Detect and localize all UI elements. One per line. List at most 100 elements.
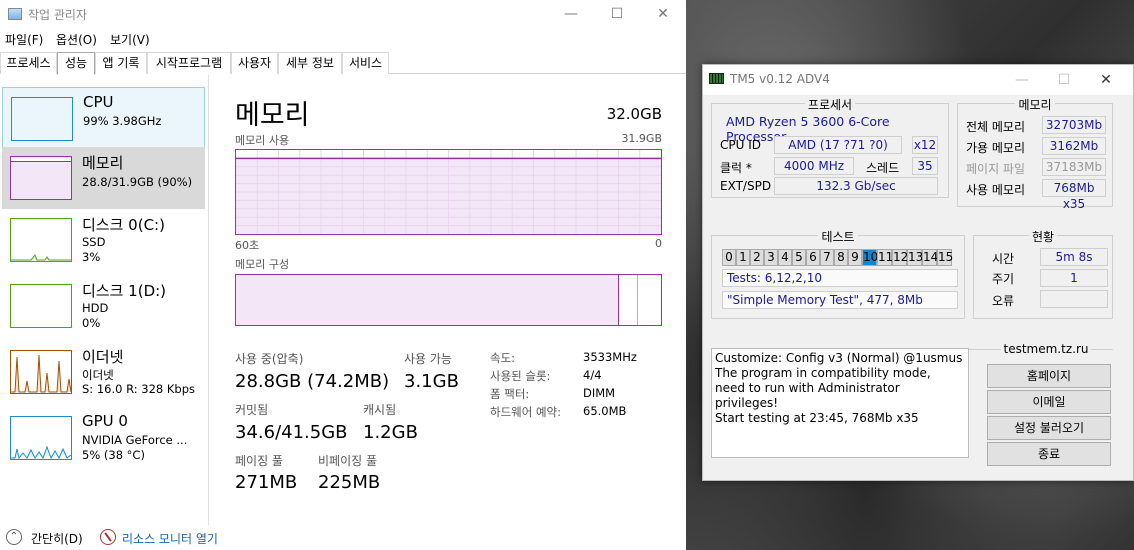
processor-group: 프로세서 AMD Ryzen 5 3600 6-Core Processor C… [711,98,949,198]
test-number-0[interactable]: 0 [722,249,736,266]
tab-performance[interactable]: 성능 [57,52,95,75]
test-group: 테스트 0 1 2 3 4 5 6 7 8 9 10 11 12 13 14 15 Tests: 6,12,2… [711,230,965,319]
speed-value: 3533MHz [583,350,637,364]
exit-button[interactable]: 종료 [987,442,1111,466]
minimize-icon[interactable]: — [558,4,584,24]
available-memory-label: 가용 메모리 [966,141,1026,155]
sidebar-item-ethernet[interactable]: 이더넷 이더넷 S: 16.0 R: 328 Kbps [2,341,205,403]
memory-usage-graph [235,149,662,235]
test-number-2[interactable]: 2 [750,249,764,266]
test-number-7[interactable]: 7 [820,249,834,266]
memory-chip-icon [709,73,724,84]
sidebar-item-detail: 28.8/31.9GB (90%) [82,175,193,189]
tm5-window: TM5 v0.12 ADV4 — ☐ ✕ 프로세서 AMD Ryzen 5 36… [702,64,1134,481]
open-resource-monitor-link[interactable]: 리소스 모니터 열기 [122,530,218,547]
homepage-button[interactable]: 홈페이지 [987,364,1111,388]
used-memory-value: 768Mb x35 [1042,179,1106,211]
pagefile-label: 페이지 파일 [966,162,1026,176]
sidebar-item-memory[interactable]: 메모리 28.8/31.9GB (90%) [2,147,205,209]
email-button[interactable]: 이메일 [987,390,1111,414]
menu-file[interactable]: 파일(F) [5,31,43,48]
graph-time-left: 60초 [235,239,260,252]
paged-pool-label: 페이징 풀 [235,454,283,468]
load-config-button[interactable]: 설정 불러오기 [987,416,1111,440]
close-icon[interactable]: ✕ [1093,70,1119,90]
test-number-6[interactable]: 6 [806,249,820,266]
memory-composition-graph [235,274,662,326]
test-number-3[interactable]: 3 [764,249,778,266]
fewer-details-link[interactable]: 간단히(D) [31,530,83,547]
tab-users[interactable]: 사용자 [231,52,278,74]
chevron-up-icon[interactable]: ⌃ [6,529,22,545]
in-use-label: 사용 중(압축) [235,352,304,366]
test-number-15[interactable]: 15 [937,249,953,266]
nonpaged-pool-label: 비페이징 풀 [318,454,378,468]
tab-startup[interactable]: 시작프로그램 [147,52,231,74]
cycle-value: 1 [1040,269,1108,287]
maximize-icon[interactable]: ☐ [604,4,630,24]
error-value [1040,290,1108,308]
gpu-thumbnail-graph [10,416,72,460]
resource-monitor-icon [100,529,116,545]
memory-group: 메모리 전체 메모리 32703Mb 가용 메모리 3162Mb 페이지 파일 … [957,98,1113,211]
test-number-1[interactable]: 1 [736,249,750,266]
sidebar-item-disk-0[interactable]: 디스크 0(C:) SSD 3% [2,209,205,271]
test-number-5[interactable]: 5 [792,249,806,266]
tab-app-history[interactable]: 앱 기록 [95,52,147,74]
test-number-4[interactable]: 4 [778,249,792,266]
maximize-icon[interactable]: ☐ [1051,70,1077,90]
window-title: 작업 관리자 [28,8,88,22]
task-manager-icon [8,8,22,20]
cached-label: 캐시됨 [363,403,397,417]
used-memory-label: 사용 메모리 [966,183,1026,197]
sidebar-item-gpu-0[interactable]: GPU 0 NVIDIA GeForce ... 5% (38 °C) [2,407,205,469]
tab-details[interactable]: 세부 정보 [278,52,342,74]
test-number-14[interactable]: 14 [922,249,938,266]
status-group: 현황 시간 5m 8s 주기 1 오류 [973,230,1113,319]
ext-spd-label: EXT/SPD [720,179,772,193]
tab-processes[interactable]: 프로세스 [0,52,57,74]
slots-label: 사용된 슬롯: [490,369,551,383]
menu-view[interactable]: 보기(V) [110,31,150,48]
disk-thumbnail-graph [10,284,72,328]
sidebar-item-detail: 99% 3.98GHz [83,114,162,128]
group-title: 테스트 [818,230,858,244]
group-title: 메모리 [1015,98,1055,112]
log-line: need to run with Administrator privilege… [715,381,900,410]
tm5-title-bar[interactable]: TM5 v0.12 ADV4 — ☐ ✕ [703,65,1133,95]
page-title: 메모리 [235,100,310,131]
log-output[interactable]: Customize: Config v3 (Normal) @1usmus Th… [711,348,969,458]
threads-value: 35 [912,157,938,175]
cpu-multiplier: x12 [912,136,938,154]
time-value: 5m 8s [1040,248,1108,266]
test-number-10[interactable]: 10 [862,249,878,266]
footer: ⌃ 간단히(D) 리소스 모니터 열기 [0,525,686,550]
graph-time-right: 0 [655,237,662,250]
close-icon[interactable]: ✕ [650,4,676,24]
group-title: 현황 [1028,230,1058,244]
clock-value: 4000 MHz [774,157,854,175]
total-memory-label: 전체 메모리 [966,120,1026,134]
menu-options[interactable]: 옵션(O) [56,31,97,48]
minimize-icon[interactable]: — [1009,70,1035,90]
test-number-9[interactable]: 9 [848,249,862,266]
sidebar-item-label: 이더넷 [82,348,124,366]
test-number-12[interactable]: 12 [892,249,908,266]
sidebar-item-disk-1[interactable]: 디스크 1(D:) HDD 0% [2,275,205,337]
sidebar-item-detail: SSD [82,235,106,249]
available-value: 3.1GB [404,371,459,392]
tab-bar: 프로세스 성능 앱 기록 시작프로그램 사용자 세부 정보 서비스 [0,52,686,75]
sidebar-item-cpu[interactable]: CPU 99% 3.98GHz [2,87,205,149]
log-line: Customize: Config v3 (Normal) @1usmus [715,351,963,365]
sidebar-item-label: 메모리 [82,154,124,172]
total-memory-value: 32703Mb [1042,116,1106,134]
cpu-id-value: AMD (17 ?71 ?0) [774,136,902,154]
title-bar[interactable]: 작업 관리자 — ☐ ✕ [0,0,686,29]
tab-services[interactable]: 서비스 [342,52,389,74]
test-number-8[interactable]: 8 [834,249,848,266]
test-number-13[interactable]: 13 [907,249,923,266]
test-number-11[interactable]: 11 [877,249,893,266]
available-memory-value: 3162Mb [1042,137,1106,155]
group-title: 프로세서 [804,98,856,112]
cpu-id-label: CPU ID [720,138,761,152]
